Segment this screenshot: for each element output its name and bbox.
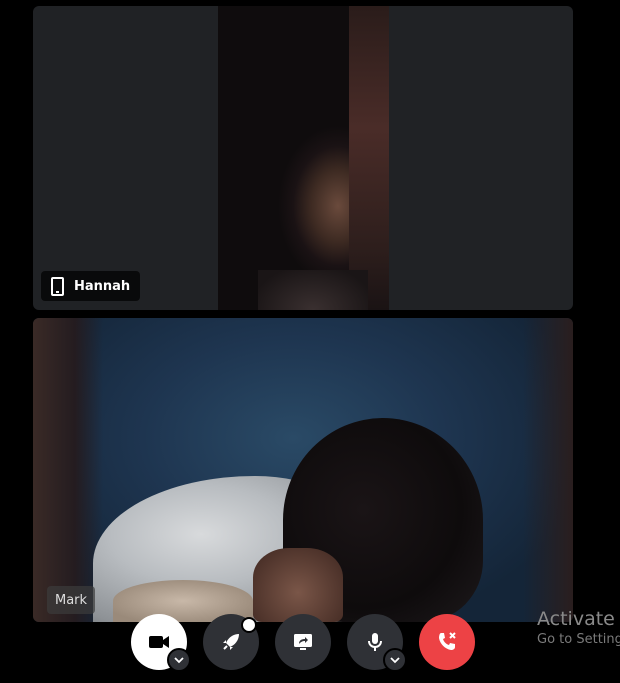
- mute-microphone-button[interactable]: [347, 614, 407, 672]
- watermark-title: Activate W: [537, 608, 620, 630]
- participant-name-tag: Hannah: [41, 271, 141, 301]
- video-content: [253, 548, 343, 622]
- video-feed-hannah: [218, 6, 389, 310]
- camera-toggle-button[interactable]: [131, 614, 191, 672]
- chevron-down-icon: [390, 657, 400, 664]
- participant-name-tag: Mark: [47, 586, 96, 614]
- participant-name: Mark: [55, 592, 88, 608]
- screen-share-icon: [294, 634, 312, 650]
- notification-dot: [241, 617, 257, 633]
- chevron-down-icon: [174, 657, 184, 664]
- video-content: [523, 318, 573, 622]
- mobile-phone-icon: [51, 276, 64, 296]
- hang-up-phone-icon: [439, 632, 456, 650]
- watermark-subtitle: Go to Setting: [537, 632, 620, 647]
- video-content: [258, 270, 368, 310]
- video-camera-icon: [149, 636, 169, 648]
- microphone-icon: [368, 633, 382, 651]
- video-content: [349, 6, 389, 310]
- camera-options-button[interactable]: [167, 648, 191, 672]
- start-activity-button[interactable]: [203, 614, 259, 670]
- rocket-icon: [223, 634, 239, 650]
- share-screen-button[interactable]: [275, 614, 331, 670]
- participant-tile-hannah[interactable]: Hannah: [33, 6, 573, 310]
- participant-tile-mark[interactable]: Mark: [33, 318, 573, 622]
- leave-call-button[interactable]: [419, 614, 475, 670]
- windows-activation-watermark: Activate W Go to Setting: [537, 608, 620, 647]
- mic-options-button[interactable]: [383, 648, 407, 672]
- participant-name: Hannah: [74, 278, 131, 294]
